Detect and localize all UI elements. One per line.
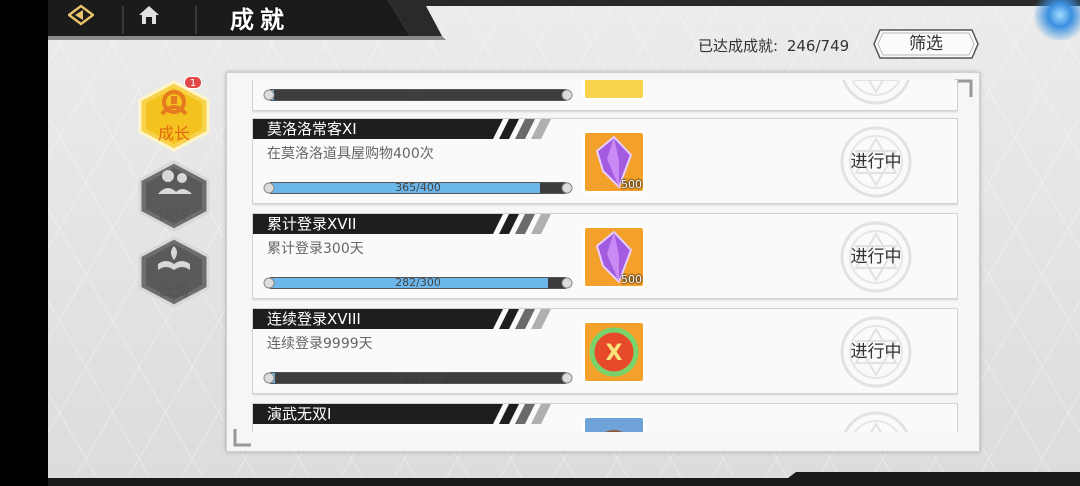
sidebar-item-label: 伙伴 [157, 204, 190, 223]
achievement-card[interactable]: 连续登录XVIII 连续登录9999天 181/9999 X 进行中 [252, 308, 958, 394]
achievement-title: 连续登录XVIII [267, 310, 361, 328]
sidebar-item-label: 任务 [157, 280, 190, 299]
achievement-description: 累计登录300天 [267, 241, 364, 257]
achievement-list[interactable]: 0/5 莫洛洛常客XI 在莫洛洛道具屋购物400次 365/400 500 进行中 累计登录… [252, 80, 958, 432]
progress-bar: 365/400 [263, 179, 573, 197]
achievement-description: 在莫洛洛道具屋购物400次 [267, 146, 434, 162]
home-icon [139, 6, 159, 24]
emblem-watermark-icon [843, 411, 909, 432]
achievement-counter-label: 已达成成就: [698, 37, 779, 55]
achievement-status: 进行中 [850, 247, 902, 267]
progress-text: 0/5 [409, 88, 427, 101]
title-bar: 演武无双I [253, 404, 553, 424]
progress-bar: 282/300 [263, 274, 573, 292]
title-bar: 累计登录XVII [253, 214, 553, 234]
filter-button[interactable]: 筛选 [872, 28, 980, 60]
achievement-status: 进行中 [850, 342, 902, 362]
filter-button-label: 筛选 [909, 34, 943, 54]
reward-item[interactable] [583, 416, 645, 432]
reward-item[interactable]: X [583, 321, 645, 383]
achievement-counter-value: 246/749 [786, 37, 850, 55]
sidebar-item-partner[interactable]: 伙伴 [136, 160, 212, 232]
achievement-card[interactable]: 演武无双I [252, 403, 958, 432]
reward-item[interactable]: 500 [583, 131, 645, 193]
corner-glow-decoration [1030, 0, 1080, 40]
svg-text:X: X [606, 341, 623, 366]
game-viewport: 成就 已达成成就: 246/749 筛选 成长 1 伙伴 任务 0/5 莫洛洛常… [48, 0, 1080, 486]
achievement-title: 演武无双I [267, 405, 332, 423]
achievement-title: 累计登录XVII [267, 215, 357, 233]
reward-count: 500 [621, 178, 642, 191]
achievement-card[interactable]: 0/5 [252, 80, 958, 111]
progress-bar: 0/5 [263, 86, 573, 104]
reward-item[interactable] [583, 80, 645, 100]
task-icon [158, 246, 190, 270]
sidebar-item-growth[interactable]: 成长 [136, 80, 212, 152]
emblem-watermark-icon [842, 80, 910, 105]
achievement-title: 莫洛洛常客XI [267, 120, 357, 138]
progress-text: 282/300 [395, 276, 441, 289]
home-button[interactable] [138, 4, 176, 36]
back-arrow-icon [68, 4, 94, 26]
notification-badge: 1 [184, 76, 202, 89]
partner-icon [158, 170, 192, 194]
sidebar-item-task[interactable]: 任务 [136, 236, 212, 308]
achievement-counter: 已达成成就: 246/749 [698, 36, 849, 56]
screen: 成就 已达成成就: 246/749 筛选 成长 1 伙伴 任务 0/5 莫洛洛常… [0, 0, 1080, 486]
bottom-bar-decoration [48, 472, 1080, 486]
achievement-description: 连续登录9999天 [267, 336, 373, 352]
progress-bar: 181/9999 [263, 369, 573, 387]
achievement-card[interactable]: 莫洛洛常客XI 在莫洛洛道具屋购物400次 365/400 500 进行中 [252, 118, 958, 204]
page-title: 成就 [230, 6, 290, 34]
back-button[interactable] [68, 4, 108, 36]
achievement-status: 进行中 [850, 152, 902, 172]
reward-item[interactable]: 500 [583, 226, 645, 288]
title-bar: 莫洛洛常客XI [253, 119, 553, 139]
reward-count: 500 [621, 273, 642, 286]
progress-text: 181/9999 [391, 371, 445, 384]
title-bar: 连续登录XVIII [253, 309, 553, 329]
sidebar-item-label: 成长 [157, 124, 190, 143]
progress-text: 365/400 [395, 181, 441, 194]
achievement-card[interactable]: 累计登录XVII 累计登录300天 282/300 500 进行中 [252, 213, 958, 299]
